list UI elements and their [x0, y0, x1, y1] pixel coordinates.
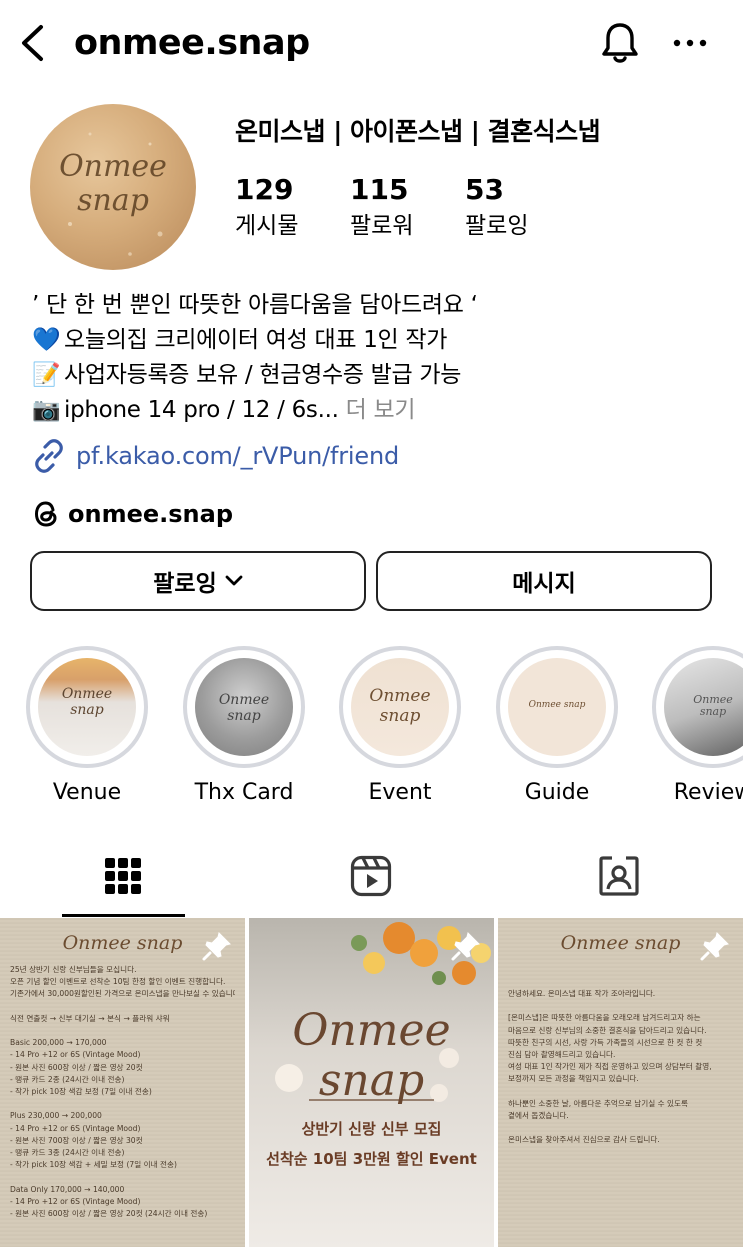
highlight-label: Review	[673, 780, 743, 805]
back-icon[interactable]	[14, 22, 50, 64]
post-tile[interactable]: Onmee snap 상반기 신랑 신부 모집 선착순 10팀 3만원 할인 Ev…	[249, 918, 494, 1247]
more-link[interactable]: 더 보기	[339, 397, 416, 423]
message-button-label: 메시지	[512, 571, 576, 597]
pin-icon	[201, 930, 233, 966]
chevron-down-icon	[225, 575, 243, 587]
post-body-text: 25년 상반기 신랑 신부님들을 모십니다. 오픈 기념 할인 이벤트로 선착순 …	[10, 965, 235, 1219]
threads-badge[interactable]: onmee.snap	[32, 494, 233, 534]
active-tab-indicator	[62, 914, 185, 917]
bio-line: ’ 단 한 번 뿐인 따뜻한 아름다움을 담아드려요 ‘	[32, 292, 478, 318]
bio: ’ 단 한 번 뿐인 따뜻한 아름다움을 담아드려요 ‘ 💙 오늘의집 크리에이터…	[32, 288, 722, 428]
posts-count[interactable]: 129 게시물	[235, 172, 298, 242]
blue-heart-icon: 💙	[32, 327, 61, 353]
highlight-label: Guide	[524, 780, 590, 805]
bio-line: 💙 오늘의집 크리에이터 여성 대표 1인 작가	[32, 323, 722, 358]
highlight-venue[interactable]: Onmee snap Venue	[26, 646, 148, 808]
memo-icon: 📝	[32, 362, 61, 388]
followers-count-label: 팔로워	[350, 213, 414, 239]
page-title: onmee.snap	[74, 23, 310, 63]
pin-icon	[699, 930, 731, 966]
highlight-label: Thx Card	[194, 780, 294, 805]
post-tile[interactable]: Onmee snap 안녕하세요. 온미스냅 대표 작가 조아라입니다. [온미…	[498, 918, 743, 1247]
posts-count-label: 게시물	[235, 213, 299, 239]
tab-grid[interactable]	[0, 836, 246, 916]
threads-username: onmee.snap	[68, 500, 233, 528]
profile-link-text[interactable]: pf.kakao.com/_rVPun/friend	[76, 442, 399, 470]
highlight-event[interactable]: Onmee snap Event	[339, 646, 461, 808]
top-bar: onmee.snap	[0, 0, 743, 88]
bio-line: 📝 사업자등록증 보유 / 현금영수증 발급 가능	[32, 358, 722, 393]
tab-reels[interactable]	[248, 836, 494, 916]
display-name: 온미스냅 | 아이폰스냅 | 결혼식스냅	[235, 117, 601, 146]
following-button-label: 팔로잉	[153, 571, 217, 597]
post-grid: Onmee snap 25년 상반기 신랑 신부님들을 모십니다. 오픈 기념 할…	[0, 918, 743, 1247]
link-icon	[35, 439, 63, 473]
camera-icon: 📷	[32, 397, 61, 423]
profile-link[interactable]: pf.kakao.com/_rVPun/friend	[32, 436, 399, 476]
following-button[interactable]: 팔로잉	[30, 551, 366, 611]
message-button[interactable]: 메시지	[376, 551, 712, 611]
following-count-number: 53	[465, 173, 504, 206]
pin-icon	[450, 930, 482, 966]
followers-count[interactable]: 115 팔로워	[350, 172, 413, 242]
post-subtitle: 선착순 10팀 3만원 할인 Event	[266, 1150, 477, 1168]
posts-count-number: 129	[235, 173, 294, 206]
highlight-cover-text: Onmee snap	[528, 700, 586, 710]
tab-tagged[interactable]	[496, 836, 742, 916]
highlight-label: Event	[368, 780, 432, 805]
content-tabs	[0, 836, 743, 918]
highlight-cover-text: Onmee snap	[61, 686, 113, 718]
highlight-cover-text: Onmee snap	[218, 692, 270, 724]
post-body-text: 안녕하세요. 온미스냅 대표 작가 조아라입니다. [온미스냅]은 따뜻한 아름…	[508, 989, 712, 1145]
post-subtitle: 상반기 신랑 신부 모집	[301, 1120, 442, 1138]
following-count-label: 팔로잉	[465, 213, 529, 239]
avatar[interactable]: Onmee snap	[30, 104, 196, 270]
highlight-cover-text: Onmee snap	[369, 686, 431, 726]
more-options-icon[interactable]	[668, 22, 712, 64]
highlight-cover-text: Onmee snap	[693, 693, 733, 718]
tagged-icon	[599, 856, 639, 896]
reels-icon	[350, 855, 392, 897]
followers-count-number: 115	[350, 173, 409, 206]
following-count[interactable]: 53 팔로잉	[465, 172, 528, 242]
highlight-guide[interactable]: Onmee snap Guide	[496, 646, 618, 808]
highlight-thx-card[interactable]: Onmee snap Thx Card	[183, 646, 305, 808]
avatar-logo-text: Onmee snap	[59, 149, 167, 218]
highlight-review[interactable]: Onmee snap Review	[652, 646, 743, 808]
highlight-label: Venue	[52, 780, 122, 805]
bio-line: 📷 iphone 14 pro / 12 / 6s... 더 보기	[32, 393, 722, 428]
bell-icon[interactable]	[597, 20, 643, 66]
post-tile[interactable]: Onmee snap 25년 상반기 신랑 신부님들을 모십니다. 오픈 기념 할…	[0, 918, 245, 1247]
threads-icon	[34, 501, 57, 527]
grid-icon	[105, 858, 141, 894]
post-title: Onmee snap	[292, 1005, 451, 1106]
